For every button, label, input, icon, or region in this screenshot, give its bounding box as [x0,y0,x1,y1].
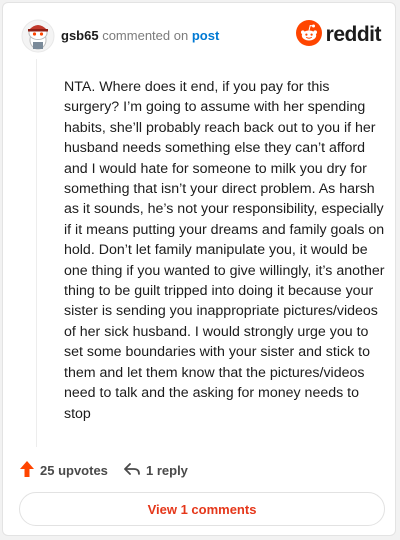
comment-body: NTA. Where does it end, if you pay for t… [64,79,385,422]
brand-wordmark: reddit [325,23,382,46]
thread-line[interactable] [36,59,37,447]
comment-actions: 25 upvotes 1 reply [19,458,379,482]
reddit-logo-icon [295,19,322,51]
snoo-avatar-icon[interactable] [21,19,55,53]
upvote-count: 25 upvotes [40,462,108,478]
commented-on-text: commented on [102,28,189,43]
username-link[interactable]: gsb65 [61,28,99,43]
comment-card: gsb65 commented on post reddit NTA. Wher… [2,2,396,536]
reply-arrow-icon [123,461,141,480]
upvote-button[interactable]: 25 upvotes [19,458,108,482]
reddit-brand[interactable]: reddit [295,19,382,51]
post-link[interactable]: post [192,28,219,43]
reply-button[interactable]: 1 reply [123,458,188,482]
reply-count: 1 reply [146,462,188,478]
view-comments-button[interactable]: View 1 comments [19,492,385,526]
upvote-arrow-icon [19,460,35,481]
byline: gsb65 commented on post [61,28,219,43]
comment-header: gsb65 commented on post reddit [17,17,382,57]
